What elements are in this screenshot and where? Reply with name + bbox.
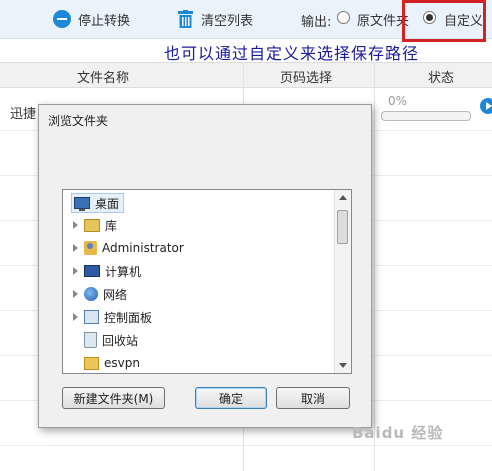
tree-item-label: 控制面板 [104,310,153,325]
tree-item-computer[interactable]: 计算机 [73,261,141,281]
tree-item-network[interactable]: 网络 [73,284,127,304]
expand-icon[interactable] [73,290,78,298]
user-folder-icon [84,241,97,255]
network-icon [84,287,98,301]
scroll-down-icon[interactable] [339,363,347,368]
control-panel-icon [84,310,99,324]
radio-source-folder[interactable] [337,11,350,24]
trash-icon [178,10,193,28]
library-icon [84,218,100,232]
table-header: 文件名称 页码选择 状态 [0,62,492,88]
tree-item-library[interactable]: 库 [73,215,117,235]
tree-item-label: 网络 [103,287,128,302]
row-divider [0,445,492,446]
annotation-text: 也可以通过自定义来选择保存路径 [164,44,420,63]
expand-icon[interactable] [73,313,78,321]
output-label: 输出: [301,15,332,30]
watermark: Baidu 经验 [352,424,444,442]
open-file-icon[interactable] [480,98,492,114]
tree-item-desktop[interactable]: 桌面 [71,193,125,213]
tree-item-label: 计算机 [105,264,142,279]
tree-scrollbar[interactable] [334,190,351,373]
tree-item-label: 回收站 [102,333,139,348]
recycle-bin-icon [84,332,97,348]
tree-item-administrator[interactable]: Administrator [73,238,184,258]
tree-item-label: Administrator [102,241,184,255]
tree-item-control-panel[interactable]: 控制面板 [73,307,152,327]
file-name: 迅捷 [10,107,37,122]
tree-item-label: esvpn [104,356,140,370]
highlight-box [402,0,486,42]
stop-convert-button[interactable]: 停止转换 [53,9,130,29]
clear-list-label: 清空列表 [201,13,254,29]
tree-item-label: 库 [105,218,118,233]
browse-folder-dialog: 浏览文件夹 桌面 库 Administrator 计算机 网络 控制面板 回收站… [38,104,372,428]
cancel-button[interactable]: 取消 [276,387,350,409]
scroll-up-icon[interactable] [339,195,347,200]
column-header-filename[interactable]: 文件名称 [77,67,129,86]
ok-button[interactable]: 确定 [195,387,267,409]
stop-convert-label: 停止转换 [78,13,131,29]
folder-icon [84,356,99,370]
tree-item-recycle-bin[interactable]: 回收站 [84,330,138,350]
desktop-icon [74,197,90,211]
expand-icon[interactable] [73,221,78,229]
toolbar: 停止转换 清空列表 输出: 原文件夹 自定义 [0,0,492,42]
progress-bar [381,111,471,121]
stop-icon [53,10,71,28]
progress-percent: 0% [388,94,408,108]
scroll-thumb[interactable] [337,210,348,244]
column-divider [374,62,375,471]
expand-icon[interactable] [73,267,78,275]
new-folder-button[interactable]: 新建文件夹(M) [62,387,165,409]
computer-icon [84,265,100,277]
tree-item-esvpn[interactable]: esvpn [84,353,140,373]
folder-tree[interactable]: 桌面 库 Administrator 计算机 网络 控制面板 回收站 esvpn [62,189,352,374]
tree-item-label: 桌面 [95,196,120,211]
expand-icon[interactable] [73,244,78,252]
column-header-status[interactable]: 状态 [428,67,454,86]
dialog-title: 浏览文件夹 [48,114,109,128]
clear-list-button[interactable]: 清空列表 [178,9,253,29]
column-header-pages[interactable]: 页码选择 [280,67,332,86]
